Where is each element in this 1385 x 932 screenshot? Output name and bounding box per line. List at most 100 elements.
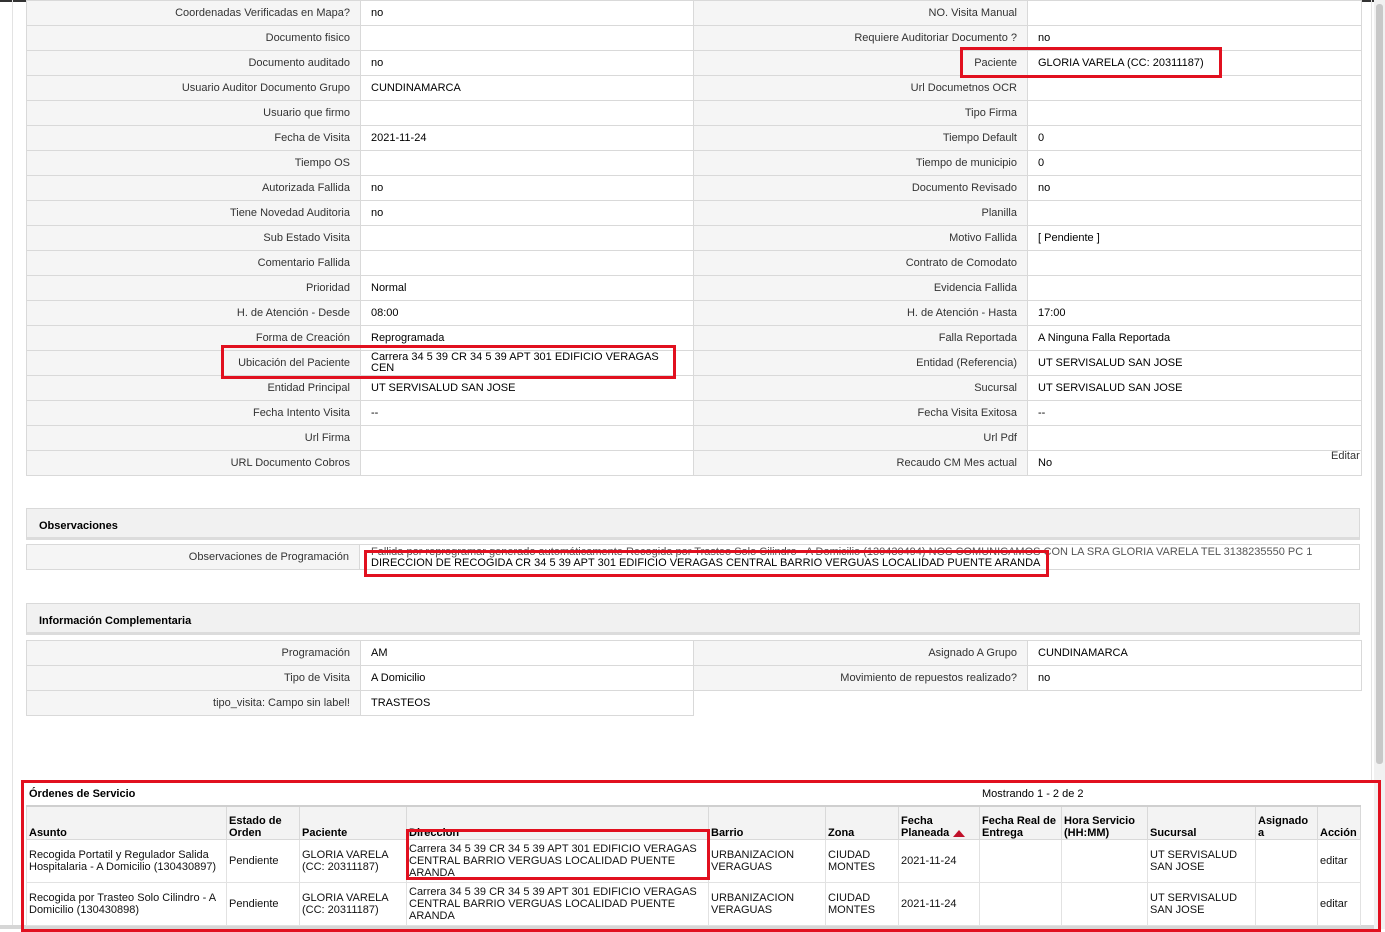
column-header[interactable]: Fecha Real de Entrega <box>979 805 1062 840</box>
field-value <box>1027 275 1362 301</box>
field-label: Autorizada Fallida <box>26 175 361 201</box>
complementaria-table: Programación AM Asignado A Grupo CUNDINAMAR… <box>26 640 1362 716</box>
field-value: no <box>1027 665 1362 691</box>
field-value <box>360 425 694 451</box>
order-cell: URBANIZACION VERAGUAS <box>708 839 826 883</box>
column-header[interactable]: Asignado a <box>1255 805 1318 840</box>
field-value: UT SERVISALUD SAN JOSE <box>1027 375 1362 401</box>
detail-row: Coordenadas Verificadas en Mapa? no NO. Vi… <box>26 0 1362 26</box>
column-header-label: Sucursal <box>1150 827 1197 839</box>
column-header-label: Direccion <box>409 827 460 839</box>
order-cell <box>1061 882 1148 926</box>
detail-row: Comentario Fallida Contrato de Comodato <box>26 250 1362 276</box>
field-value: [ Pendiente ] <box>1027 225 1362 251</box>
field-label: Entidad Principal <box>26 375 361 401</box>
field-label: Programación <box>26 640 361 666</box>
field-label: Fecha de Visita <box>26 125 361 151</box>
detail-row: Tiene Novedad Auditoria no Planilla <box>26 200 1362 226</box>
column-header[interactable]: Paciente <box>299 805 407 840</box>
order-cell <box>1255 882 1318 926</box>
sort-ascending-icon[interactable] <box>953 830 966 837</box>
field-label: Motivo Fallida <box>693 225 1028 251</box>
column-header[interactable]: Sucursal <box>1147 805 1256 840</box>
field-value <box>1027 250 1362 276</box>
detail-row: URL Documento Cobros Recaudo CM Mes actua… <box>26 450 1362 476</box>
order-cell: Carrera 34 5 39 CR 34 5 39 APT 301 EDIFI… <box>406 839 709 883</box>
field-label: H. de Atención - Hasta <box>693 300 1028 326</box>
field-value <box>1027 200 1362 226</box>
field-label: Url Documetnos OCR <box>693 75 1028 101</box>
detail-row: Sub Estado Visita Motivo Fallida[ Pendien… <box>26 225 1362 251</box>
column-header[interactable]: Barrio <box>708 805 826 840</box>
order-cell: Carrera 34 5 39 CR 34 5 39 APT 301 EDIFI… <box>406 882 709 926</box>
field-label: Ubicación del Paciente <box>26 350 361 376</box>
observaciones-line-2: DIRECCION DE RECOGIDA CR 34 5 39 APT 301… <box>371 557 1041 569</box>
field-value: 17:00 <box>1027 300 1362 326</box>
field-value: no <box>360 175 694 201</box>
field-label: Entidad (Referencia) <box>693 350 1028 376</box>
edit-order-link[interactable]: editar <box>1317 882 1361 926</box>
field-value: 0 <box>1027 125 1362 151</box>
field-value: -- <box>360 400 694 426</box>
order-cell: CIUDAD MONTES <box>825 882 899 926</box>
field-value: GLORIA VARELA (CC: 20311187) <box>1027 50 1362 76</box>
edit-order-link[interactable]: editar <box>1317 839 1361 883</box>
field-label: Tipo Firma <box>693 100 1028 126</box>
order-cell: GLORIA VARELA (CC: 20311187) <box>299 839 407 883</box>
field-value <box>360 450 694 476</box>
orders-count: Mostrando 1 - 2 de 2 <box>982 788 1084 800</box>
detail-row: Url Firma Url Pdf <box>26 425 1362 451</box>
detail-row: Documento auditado no Paciente GLORIA VAREL… <box>26 50 1362 76</box>
field-label: Coordenadas Verificadas en Mapa? <box>26 0 361 26</box>
field-value: AM <box>360 640 694 666</box>
vertical-scrollbar[interactable] <box>1374 0 1385 929</box>
column-header[interactable]: Acción <box>1317 805 1361 840</box>
field-label: Movimiento de repuestos realizado? <box>693 665 1028 691</box>
field-label: Falla Reportada <box>693 325 1028 351</box>
column-header[interactable]: Fecha Planeada <box>898 805 980 840</box>
field-value: no <box>360 50 694 76</box>
field-value <box>360 150 694 176</box>
column-header[interactable]: Direccion <box>406 805 709 840</box>
field-value: no <box>360 200 694 226</box>
column-header[interactable]: Asunto <box>26 805 227 840</box>
order-cell <box>979 882 1062 926</box>
field-label: Tiene Novedad Auditoria <box>26 200 361 226</box>
orders-table: Asunto Estado de Orden Paciente Direccion Ba… <box>26 805 1361 926</box>
field-label: Usuario Auditor Documento Grupo <box>26 75 361 101</box>
left-panel-edge <box>12 0 13 929</box>
order-row: Recogida por Trasteo Solo Cilindro - A D… <box>26 882 1361 926</box>
field-value: no <box>360 0 694 26</box>
right-panel-edge <box>1371 0 1372 780</box>
detail-row: H. de Atención - Desde 08:00 H. de Atenció… <box>26 300 1362 326</box>
orders-title: Órdenes de Servicio <box>29 788 136 800</box>
column-header-label: Barrio <box>711 827 744 839</box>
order-row: Recogida Portatil y Regulador Salida Hos… <box>26 839 1361 883</box>
detail-row: Fecha de Visita 2021-11-24 Tiempo Default 0 <box>26 125 1362 151</box>
field-label: Sub Estado Visita <box>26 225 361 251</box>
column-header[interactable]: Hora Servicio (HH:MM) <box>1061 805 1148 840</box>
detail-row: Documento fisico Requiere Auditoriar Docu… <box>26 25 1362 51</box>
column-header[interactable]: Estado de Orden <box>226 805 300 840</box>
field-label: Recaudo CM Mes actual <box>693 450 1028 476</box>
empty-cell <box>694 691 1028 716</box>
column-header-label: Acción <box>1320 827 1357 839</box>
field-value <box>1027 0 1362 26</box>
scrollbar-thumb[interactable] <box>1376 4 1383 764</box>
detail-row: Usuario que firmo Tipo Firma <box>26 100 1362 126</box>
field-label: Sucursal <box>693 375 1028 401</box>
field-label: Prioridad <box>26 275 361 301</box>
column-header-label: Paciente <box>302 827 348 839</box>
field-value: CUNDINAMARCA <box>360 75 694 101</box>
column-header[interactable]: Zona <box>825 805 899 840</box>
edit-link[interactable]: Editar <box>1331 450 1360 462</box>
field-label: Tiempo OS <box>26 150 361 176</box>
field-label: Paciente <box>693 50 1028 76</box>
field-label: Url Pdf <box>693 425 1028 451</box>
field-value: A Ninguna Falla Reportada <box>1027 325 1362 351</box>
field-label: Tipo de Visita <box>26 665 361 691</box>
field-label: tipo_visita: Campo sin label! <box>26 690 361 716</box>
detail-row: Entidad Principal UT SERVISALUD SAN JOSE S… <box>26 375 1362 401</box>
order-cell: 2021-11-24 <box>898 882 980 926</box>
field-label: Asignado A Grupo <box>693 640 1028 666</box>
